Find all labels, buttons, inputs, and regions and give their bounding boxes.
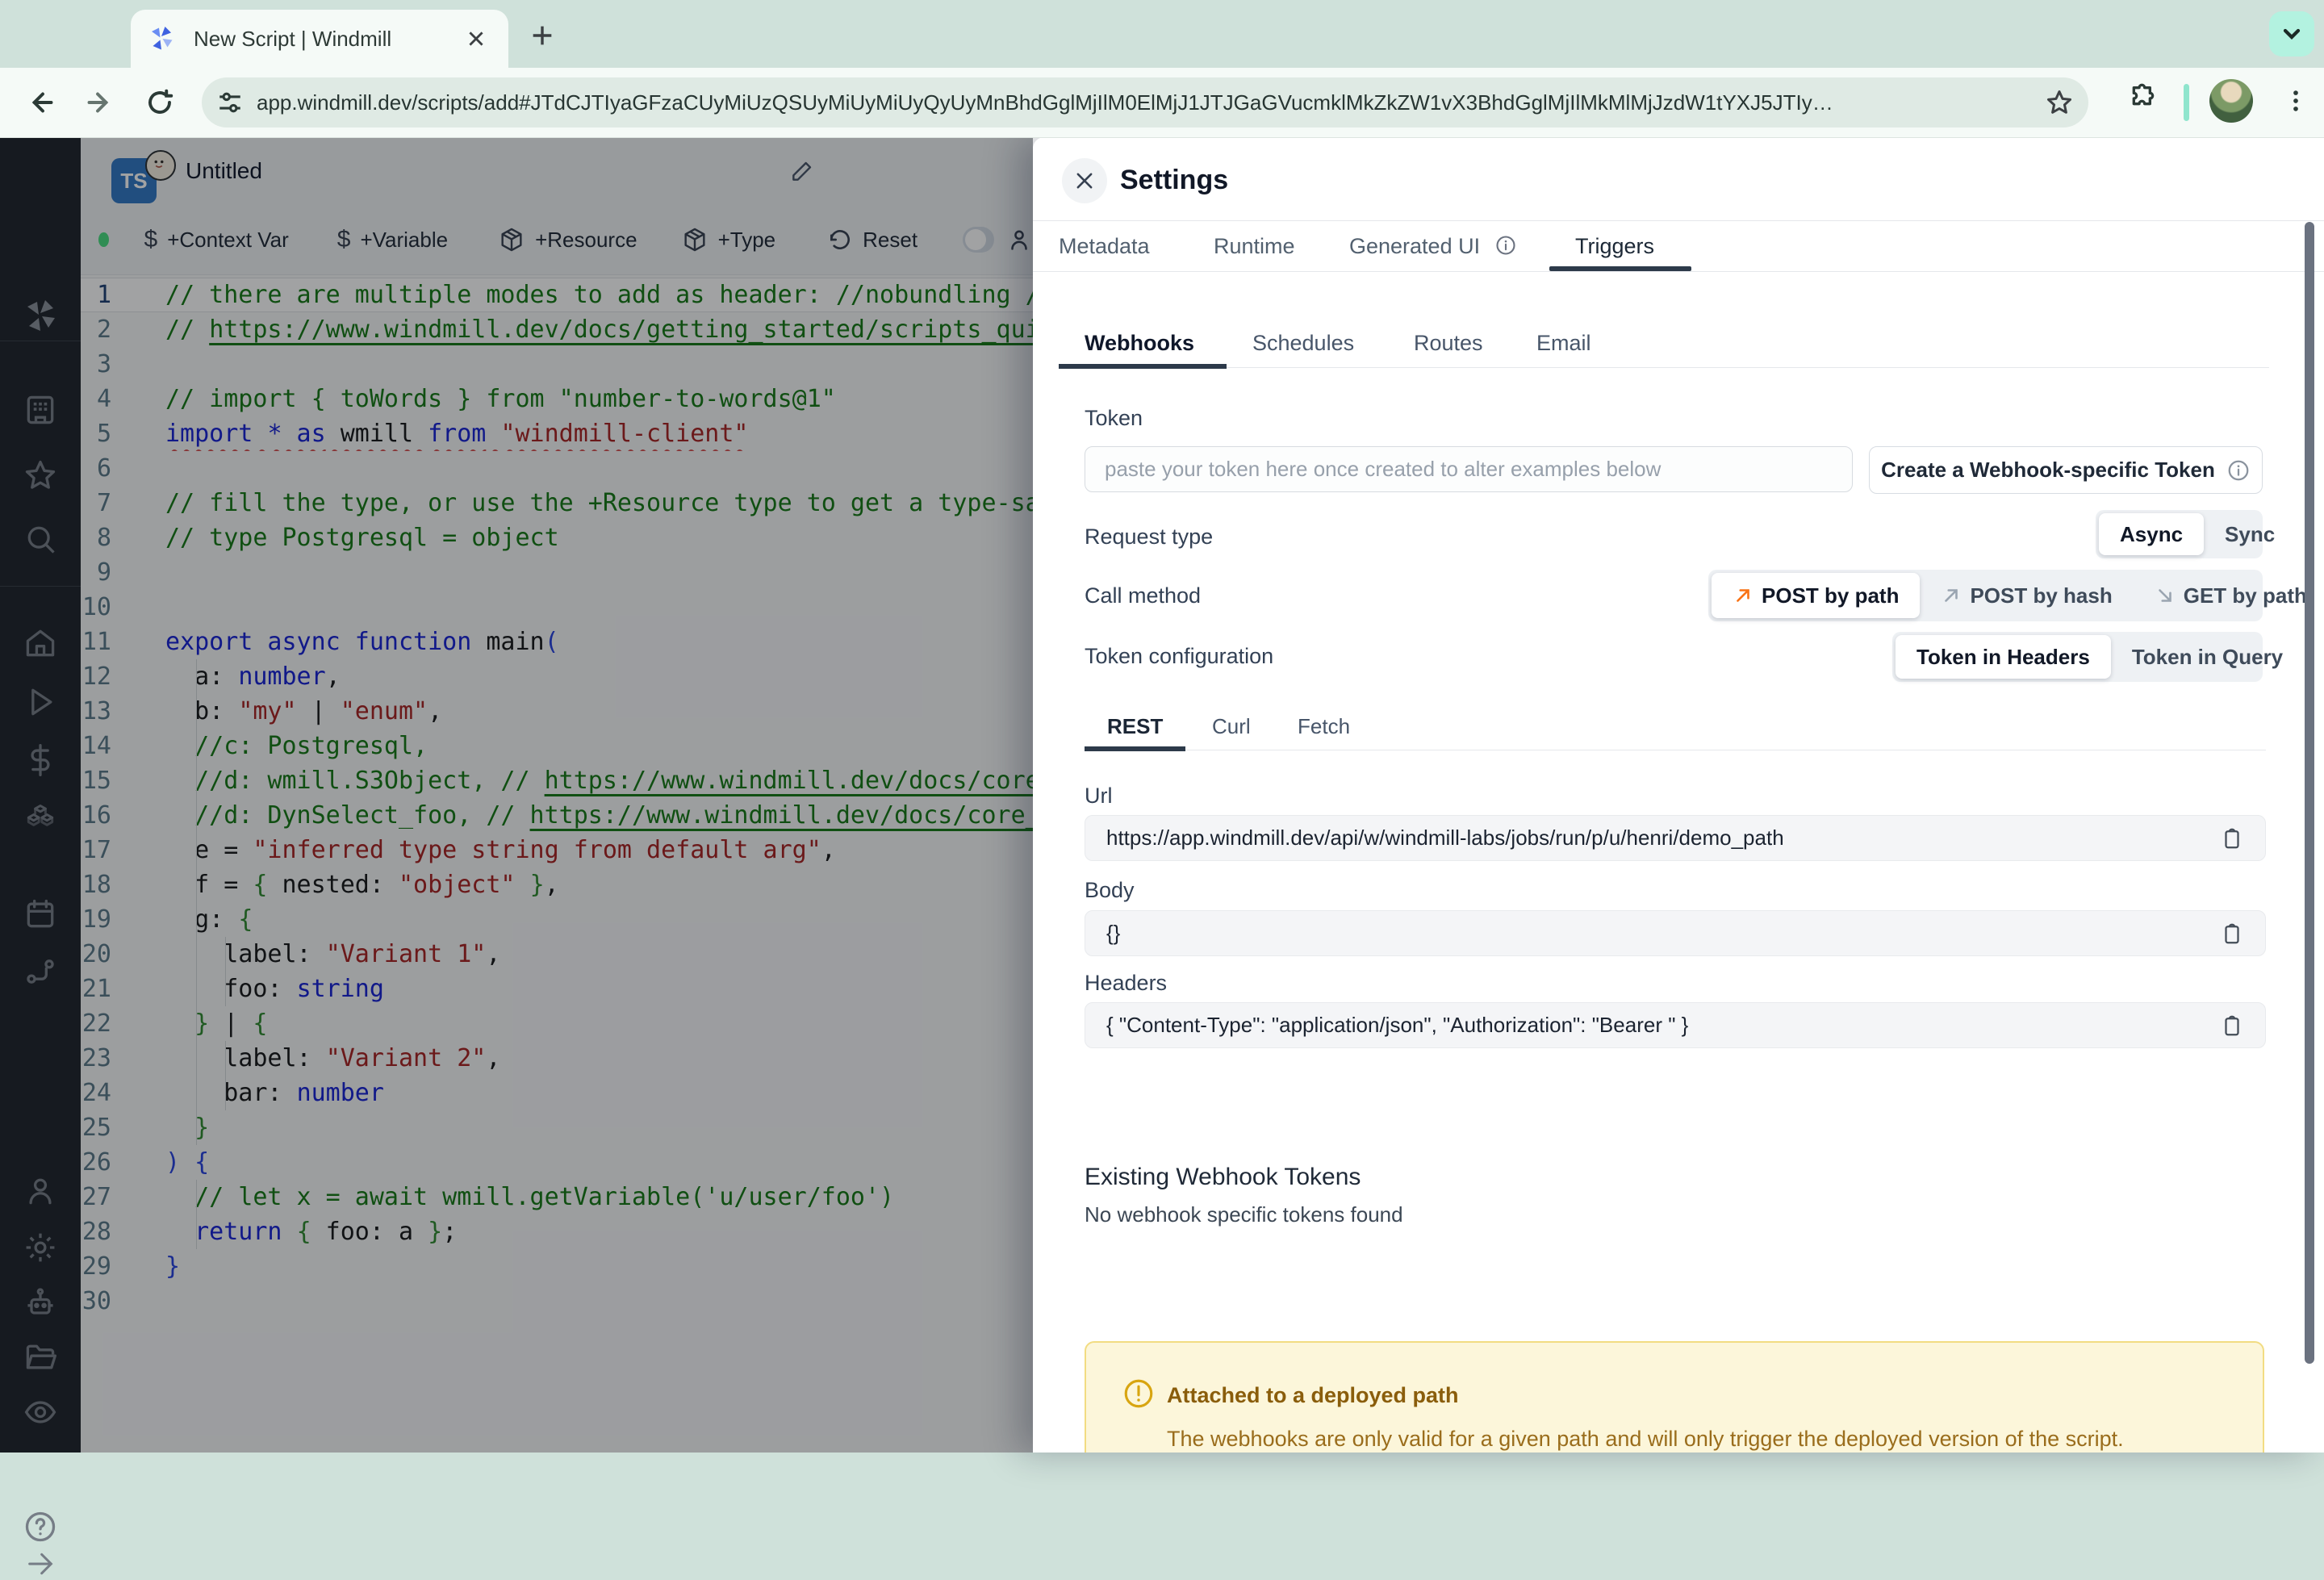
trigger-tab-routes[interactable]: Routes (1414, 325, 1483, 361)
close-icon[interactable] (1062, 158, 1107, 203)
forward-icon[interactable] (77, 80, 123, 125)
profile-separator (2184, 84, 2189, 121)
url-text[interactable]: app.windmill.dev/scripts/add#JTdCJTIyaGF… (257, 90, 2035, 115)
request-type-control: Async Sync (2096, 510, 2275, 558)
webhook-body-field[interactable]: {} (1085, 910, 2266, 956)
avatar[interactable] (2209, 79, 2253, 123)
drawer-backdrop[interactable] (0, 137, 1033, 1453)
existing-tokens-title: Existing Webhook Tokens (1085, 1164, 1361, 1190)
post-by-path-option[interactable]: POST by path (1712, 573, 1921, 618)
extensions-icon[interactable] (2127, 82, 2159, 115)
warning-title: Attached to a deployed path (1167, 1383, 1459, 1407)
body-label: Body (1085, 878, 1135, 902)
menu-dots-icon[interactable] (2276, 81, 2316, 121)
get-by-path-option[interactable]: GET by path (2134, 573, 2324, 618)
collapse-arrow-icon[interactable] (0, 1548, 81, 1580)
async-option[interactable]: Async (2099, 513, 2205, 555)
copy-icon[interactable] (2220, 922, 2244, 946)
warning-icon (1122, 1377, 1156, 1411)
deployed-path-warning: Attached to a deployed path The webhooks… (1085, 1341, 2264, 1453)
back-icon[interactable] (18, 80, 63, 125)
trigger-tab-schedules[interactable]: Schedules (1252, 325, 1354, 361)
example-tab-fetch[interactable]: Fetch (1298, 708, 1350, 744)
tab-runtime[interactable]: Runtime (1214, 228, 1295, 264)
webhook-headers-field[interactable]: { "Content-Type": "application/json", "A… (1085, 1002, 2266, 1048)
webhook-url-field[interactable]: https://app.windmill.dev/api/w/windmill-… (1085, 815, 2266, 861)
info-icon (1496, 236, 1515, 255)
active-trigger-tab-underline (1059, 364, 1227, 369)
arrow-up-right-icon (1737, 589, 1749, 602)
url-label: Url (1085, 784, 1113, 808)
token-configuration-control: Token in Headers Token in Query (1892, 632, 2283, 682)
request-type-label: Request type (1085, 525, 1214, 549)
headers-label: Headers (1085, 971, 1168, 995)
token-configuration-label: Token configuration (1085, 644, 1274, 668)
token-label: Token (1085, 406, 1143, 430)
tab-close-icon[interactable] (460, 23, 492, 55)
token-in-query-option[interactable]: Token in Query (2111, 635, 2304, 679)
example-tab-rest[interactable]: REST (1107, 708, 1163, 744)
post-by-hash-option[interactable]: POST by hash (1920, 573, 2133, 618)
help-icon[interactable] (0, 1509, 81, 1544)
arrow-down-right-icon (2158, 589, 2171, 602)
tab-title: New Script | Windmill (194, 26, 392, 51)
trigger-tab-email[interactable]: Email (1536, 325, 1591, 361)
token-input[interactable] (1085, 446, 1853, 492)
tab-strip: New Script | Windmill (0, 0, 2324, 68)
arrow-up-right-icon (1945, 589, 1958, 602)
sync-option[interactable]: Sync (2204, 513, 2296, 555)
warning-body: The webhooks are only valid for a given … (1167, 1427, 2124, 1451)
copy-icon[interactable] (2220, 826, 2244, 851)
info-icon (2228, 460, 2249, 480)
page-title: Settings (1120, 165, 1229, 195)
call-method-label: Call method (1085, 583, 1202, 608)
create-webhook-token-button[interactable]: Create a Webhook-specific Token (1869, 446, 2263, 494)
copy-icon[interactable] (2220, 1014, 2244, 1038)
token-in-headers-option[interactable]: Token in Headers (1896, 635, 2111, 679)
trigger-tab-webhooks[interactable]: Webhooks (1085, 325, 1194, 361)
browser-tab[interactable]: New Script | Windmill (131, 10, 508, 68)
tab-metadata[interactable]: Metadata (1059, 228, 1150, 264)
new-tab-icon[interactable] (525, 18, 560, 53)
bookmark-star-icon[interactable] (2045, 88, 2074, 117)
url-bar[interactable]: app.windmill.dev/scripts/add#JTdCJTIyaGF… (202, 77, 2088, 127)
active-example-tab-underline (1085, 746, 1185, 751)
drawer-scrollbar[interactable] (2305, 222, 2314, 1364)
windmill-favicon (147, 24, 176, 53)
reload-icon[interactable] (137, 80, 182, 125)
tab-generated-ui[interactable]: Generated UI (1349, 228, 1517, 264)
tab-search-chevron-icon[interactable] (2269, 11, 2314, 56)
tab-triggers[interactable]: Triggers (1575, 228, 1654, 264)
existing-tokens-empty: No webhook specific tokens found (1085, 1202, 1403, 1227)
example-tab-curl[interactable]: Curl (1212, 708, 1251, 744)
settings-drawer: Settings Metadata Runtime Generated UI T… (1033, 137, 2324, 1453)
browser-chrome: New Script | Windmill app.windmill.dev/s… (0, 0, 2324, 138)
call-method-control: POST by path POST by hash GET by path (1708, 570, 2307, 621)
tune-icon[interactable] (216, 89, 244, 116)
